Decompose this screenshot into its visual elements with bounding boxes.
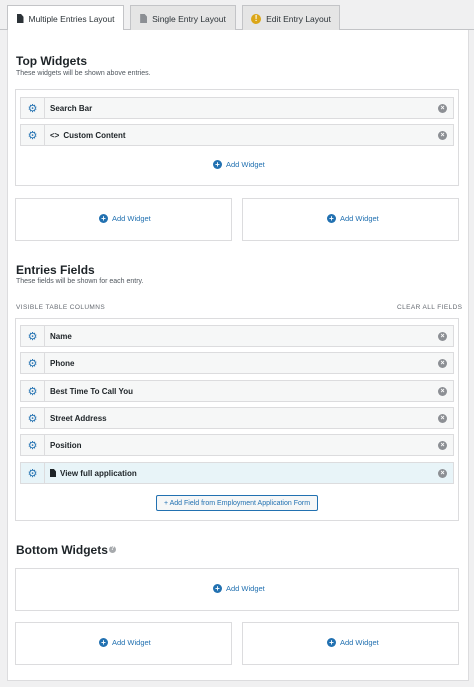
add-widget-button-right[interactable]: + Add Widget	[327, 214, 379, 223]
document-icon	[16, 14, 24, 23]
plus-circle-icon: +	[213, 160, 222, 169]
add-widget-button-bottom[interactable]: + Add Widget	[213, 584, 265, 593]
field-label: Position	[50, 440, 82, 450]
clear-all-fields-link[interactable]: CLEAR ALL FIELDS	[397, 304, 462, 311]
gear-icon[interactable]: ⚙	[21, 435, 45, 455]
gear-icon[interactable]: ⚙	[21, 326, 45, 346]
add-widget-button[interactable]: + Add Widget	[213, 160, 265, 169]
visible-table-columns-label: VISIBLE TABLE COLUMNS	[16, 304, 106, 311]
plus-circle-icon: +	[99, 638, 108, 647]
field-row-street-address[interactable]: ⚙ Street Address ×	[20, 407, 454, 429]
add-widget-button-bottom-left[interactable]: + Add Widget	[99, 638, 151, 647]
close-icon[interactable]: ×	[438, 104, 447, 113]
gear-icon[interactable]: ⚙	[21, 381, 45, 401]
entries-fields-description: These fields will be shown for each entr…	[16, 278, 144, 285]
gear-icon[interactable]: ⚙	[21, 353, 45, 373]
field-label: Street Address	[50, 413, 107, 423]
document-icon	[50, 469, 56, 477]
plus-circle-icon: +	[327, 214, 336, 223]
field-label: View full application	[60, 468, 137, 478]
field-label: Phone	[50, 358, 75, 368]
tab-label: Single Entry Layout	[152, 13, 226, 24]
tab-label: Multiple Entries Layout	[28, 13, 115, 24]
close-icon[interactable]: ×	[438, 441, 447, 450]
add-widget-label: Add Widget	[340, 214, 379, 223]
help-icon[interactable]: ?	[109, 546, 116, 553]
plus-circle-icon: +	[213, 584, 222, 593]
close-icon[interactable]: ×	[438, 359, 447, 368]
field-row-best-time[interactable]: ⚙ Best Time To Call You ×	[20, 380, 454, 402]
tab-label: Edit Entry Layout	[266, 13, 331, 24]
widget-row-custom-content[interactable]: ⚙ <> Custom Content ×	[20, 124, 454, 146]
add-widget-label: Add Widget	[226, 160, 265, 169]
add-widget-button-bottom-right[interactable]: + Add Widget	[327, 638, 379, 647]
add-widget-button-left[interactable]: + Add Widget	[99, 214, 151, 223]
field-label: Name	[50, 331, 72, 341]
gear-icon[interactable]: ⚙	[21, 408, 45, 428]
close-icon[interactable]: ×	[438, 131, 447, 140]
warning-icon: !	[251, 13, 262, 24]
widget-label: Custom Content	[63, 130, 126, 140]
gear-icon[interactable]: ⚙	[21, 98, 45, 118]
field-row-view-full-application[interactable]: ⚙ View full application ×	[20, 462, 454, 484]
close-icon[interactable]: ×	[438, 414, 447, 423]
tab-single-entry-layout[interactable]: Single Entry Layout	[130, 5, 236, 31]
add-widget-label: Add Widget	[112, 638, 151, 647]
add-field-button[interactable]: + Add Field from Employment Application …	[156, 495, 318, 511]
field-row-position[interactable]: ⚙ Position ×	[20, 434, 454, 456]
entries-fields-title: Entries Fields	[16, 263, 95, 277]
tab-edit-entry-layout[interactable]: ! Edit Entry Layout	[242, 5, 340, 31]
gear-icon[interactable]: ⚙	[21, 463, 45, 483]
document-icon	[140, 14, 148, 23]
top-widgets-title: Top Widgets	[16, 54, 87, 68]
bottom-widgets-title: Bottom Widgets	[16, 543, 108, 557]
tab-multiple-entries-layout[interactable]: Multiple Entries Layout	[7, 5, 124, 31]
field-label: Best Time To Call You	[50, 386, 133, 396]
field-row-phone[interactable]: ⚙ Phone ×	[20, 352, 454, 374]
widget-row-search-bar[interactable]: ⚙ Search Bar ×	[20, 97, 454, 119]
field-row-name[interactable]: ⚙ Name ×	[20, 325, 454, 347]
add-widget-label: Add Widget	[226, 584, 265, 593]
plus-circle-icon: +	[327, 638, 336, 647]
layout-tabs: Multiple Entries Layout Single Entry Lay…	[0, 0, 474, 31]
gear-icon[interactable]: ⚙	[21, 125, 45, 145]
add-widget-label: Add Widget	[340, 638, 379, 647]
widget-label: Search Bar	[50, 103, 93, 113]
plus-circle-icon: +	[99, 214, 108, 223]
add-widget-label: Add Widget	[112, 214, 151, 223]
close-icon[interactable]: ×	[438, 332, 447, 341]
code-icon: <>	[50, 130, 60, 140]
close-icon[interactable]: ×	[438, 469, 447, 478]
top-widgets-description: These widgets will be shown above entrie…	[16, 70, 151, 77]
close-icon[interactable]: ×	[438, 387, 447, 396]
